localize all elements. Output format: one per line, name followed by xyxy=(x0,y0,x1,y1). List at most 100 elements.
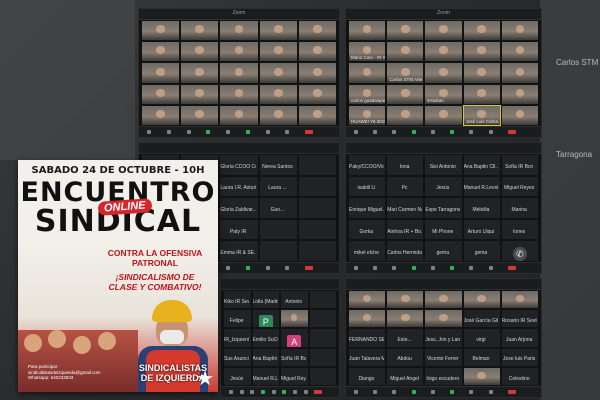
chat-icon[interactable] xyxy=(226,130,231,134)
participant-tile[interactable] xyxy=(259,219,297,240)
participant-tile[interactable] xyxy=(259,63,297,83)
participant-tile[interactable]: Sus Asunción xyxy=(224,348,251,366)
participant-tile[interactable]: Inigo escudero xyxy=(425,367,462,385)
participant-tile[interactable]: A xyxy=(281,329,308,347)
participant-tile[interactable] xyxy=(387,310,424,328)
participant-tile[interactable]: gema xyxy=(463,241,500,261)
record-icon[interactable] xyxy=(469,266,474,270)
participant-tile[interactable] xyxy=(259,42,297,62)
participant-tile[interactable]: Marina xyxy=(501,198,538,218)
participant-tile[interactable] xyxy=(309,348,336,366)
reactions-icon[interactable] xyxy=(488,266,493,270)
participant-tile[interactable]: Espe Tarragona xyxy=(425,198,462,218)
video-icon[interactable] xyxy=(373,130,378,134)
participant-tile[interactable] xyxy=(181,63,219,83)
participant-tile[interactable] xyxy=(181,42,219,62)
participant-tile[interactable] xyxy=(463,291,500,309)
participant-tile[interactable]: Diango xyxy=(349,367,386,385)
participant-tile[interactable] xyxy=(142,21,180,41)
participant-tile[interactable]: Este... xyxy=(387,329,424,347)
participant-tile[interactable]: Gloria CCOO Co... xyxy=(220,155,258,175)
mic-icon[interactable] xyxy=(354,130,358,134)
participant-tile[interactable]: Ana Baptin Cll... xyxy=(463,155,500,175)
participant-tile[interactable] xyxy=(220,84,258,104)
participant-tile[interactable]: Abdou xyxy=(387,348,424,366)
participant-tile[interactable]: Manuel R.Levst xyxy=(463,176,500,197)
security-icon[interactable] xyxy=(392,390,397,394)
participant-tile[interactable]: Carlos Hermida xyxy=(387,241,424,261)
participant-tile[interactable]: ✆ xyxy=(501,241,538,261)
participant-tile[interactable] xyxy=(387,84,424,104)
participant-tile[interactable]: Ainhoa IR + Bo... xyxy=(387,219,424,240)
chat-icon[interactable] xyxy=(226,266,231,270)
participant-tile[interactable] xyxy=(387,42,424,62)
reactions-icon[interactable] xyxy=(285,130,290,134)
participant-tile[interactable] xyxy=(387,105,424,125)
participant-tile[interactable] xyxy=(281,310,308,328)
video-icon[interactable] xyxy=(373,390,378,394)
participant-tile[interactable]: Manuel R.Levst xyxy=(252,367,279,385)
participants-icon[interactable] xyxy=(261,390,265,394)
participant-tile[interactable]: Lolla (Madrid) xyxy=(252,291,279,309)
participant-tile[interactable] xyxy=(501,42,538,62)
participant-tile[interactable] xyxy=(298,63,336,83)
participant-tile[interactable]: José García Gil... xyxy=(463,310,500,328)
participant-tile[interactable]: Antonio xyxy=(281,291,308,309)
participant-tile[interactable]: Mi Phone xyxy=(425,219,462,240)
participant-tile[interactable]: Jesús xyxy=(425,176,462,197)
participant-tile[interactable] xyxy=(349,291,386,309)
participant-tile[interactable]: Sisi Antonio xyxy=(425,155,462,175)
leave-button[interactable] xyxy=(507,130,516,134)
reactions-icon[interactable] xyxy=(488,130,493,134)
participant-tile[interactable] xyxy=(501,21,538,41)
participant-tile[interactable]: virgi xyxy=(463,329,500,347)
record-icon[interactable] xyxy=(293,390,297,394)
participant-tile[interactable] xyxy=(501,291,538,309)
chat-icon[interactable] xyxy=(430,390,435,394)
participant-tile[interactable]: Guo... xyxy=(259,198,297,218)
participant-tile[interactable] xyxy=(298,198,336,218)
leave-button[interactable] xyxy=(305,130,314,134)
participant-tile[interactable] xyxy=(259,84,297,104)
participant-tile[interactable]: Miguel Reyes xyxy=(501,176,538,197)
participant-tile[interactable] xyxy=(463,84,500,104)
participant-tile[interactable]: Miguel Reyes xyxy=(281,367,308,385)
participant-tile[interactable] xyxy=(142,63,180,83)
participant-tile[interactable]: Miguel Angel xyxy=(387,367,424,385)
participant-tile[interactable]: Paky/CCOO/Vic... xyxy=(349,155,386,175)
share-icon[interactable] xyxy=(450,266,455,270)
participant-tile[interactable]: Kiko IR Sevilla xyxy=(224,291,251,309)
participant-tile[interactable]: Felipe xyxy=(224,310,251,328)
leave-button[interactable] xyxy=(314,390,323,394)
participant-tile[interactable] xyxy=(349,21,386,41)
participant-tile[interactable] xyxy=(425,42,462,62)
participant-tile[interactable]: Paty IR xyxy=(220,219,258,240)
participant-tile[interactable]: Sofía IR Bcn xyxy=(501,155,538,175)
record-icon[interactable] xyxy=(265,266,270,270)
participant-tile[interactable] xyxy=(298,176,336,197)
participant-tile[interactable]: FERNANDO SEC... xyxy=(349,329,386,347)
participant-tile[interactable]: Mari Carmen Na... xyxy=(387,198,424,218)
participant-tile[interactable] xyxy=(298,84,336,104)
participant-tile[interactable]: Belman xyxy=(463,348,500,366)
record-icon[interactable] xyxy=(265,130,270,134)
participant-tile[interactable] xyxy=(425,105,462,125)
participant-tile[interactable]: Emilio SuCC Ca... xyxy=(252,329,279,347)
leave-button[interactable] xyxy=(305,266,314,270)
leave-button[interactable] xyxy=(507,390,516,394)
participant-tile[interactable] xyxy=(309,329,336,347)
participant-tile[interactable]: Ana Baptín Cll... xyxy=(252,348,279,366)
record-icon[interactable] xyxy=(469,130,474,134)
participant-tile[interactable]: Juan Arjona xyxy=(501,329,538,347)
participant-tile[interactable]: isabili Li xyxy=(349,176,386,197)
participant-tile[interactable] xyxy=(501,105,538,125)
video-icon[interactable] xyxy=(373,266,378,270)
participant-tile[interactable] xyxy=(463,367,500,385)
participant-tile[interactable]: Gorka xyxy=(349,219,386,240)
chat-icon[interactable] xyxy=(430,266,435,270)
participant-tile[interactable]: Vicente Ferrer xyxy=(425,348,462,366)
share-icon[interactable] xyxy=(450,130,455,134)
participant-tile[interactable]: gema xyxy=(425,241,462,261)
video-icon[interactable] xyxy=(166,130,171,134)
participant-tile[interactable]: P xyxy=(252,310,279,328)
